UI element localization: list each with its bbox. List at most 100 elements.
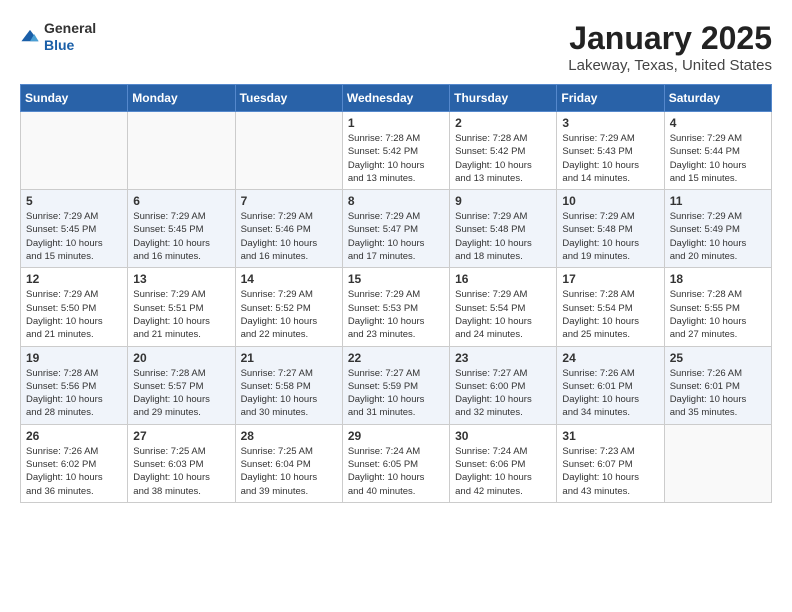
calendar-cell: 9 Sunrise: 7:29 AM Sunset: 5:48 PM Daylig… bbox=[450, 190, 557, 268]
day-number: 16 bbox=[455, 272, 551, 286]
weekday-header-friday: Friday bbox=[557, 85, 664, 112]
day-info: Sunrise: 7:29 AM Sunset: 5:50 PM Dayligh… bbox=[26, 288, 122, 341]
calendar-cell: 2 Sunrise: 7:28 AM Sunset: 5:42 PM Daylig… bbox=[450, 112, 557, 190]
day-info: Sunrise: 7:29 AM Sunset: 5:48 PM Dayligh… bbox=[455, 210, 551, 263]
day-info: Sunrise: 7:29 AM Sunset: 5:47 PM Dayligh… bbox=[348, 210, 444, 263]
day-info: Sunrise: 7:28 AM Sunset: 5:57 PM Dayligh… bbox=[133, 367, 229, 420]
calendar-cell bbox=[235, 112, 342, 190]
calendar-cell: 20 Sunrise: 7:28 AM Sunset: 5:57 PM Dayli… bbox=[128, 346, 235, 424]
day-number: 7 bbox=[241, 194, 337, 208]
calendar-table: SundayMondayTuesdayWednesdayThursdayFrid… bbox=[20, 84, 772, 503]
day-info: Sunrise: 7:24 AM Sunset: 6:05 PM Dayligh… bbox=[348, 445, 444, 498]
day-number: 14 bbox=[241, 272, 337, 286]
day-info: Sunrise: 7:26 AM Sunset: 6:01 PM Dayligh… bbox=[562, 367, 658, 420]
day-info: Sunrise: 7:29 AM Sunset: 5:51 PM Dayligh… bbox=[133, 288, 229, 341]
day-info: Sunrise: 7:26 AM Sunset: 6:01 PM Dayligh… bbox=[670, 367, 766, 420]
day-info: Sunrise: 7:29 AM Sunset: 5:45 PM Dayligh… bbox=[26, 210, 122, 263]
day-info: Sunrise: 7:29 AM Sunset: 5:45 PM Dayligh… bbox=[133, 210, 229, 263]
calendar-cell: 18 Sunrise: 7:28 AM Sunset: 5:55 PM Dayli… bbox=[664, 268, 771, 346]
day-number: 30 bbox=[455, 429, 551, 443]
day-number: 13 bbox=[133, 272, 229, 286]
day-info: Sunrise: 7:29 AM Sunset: 5:46 PM Dayligh… bbox=[241, 210, 337, 263]
day-info: Sunrise: 7:24 AM Sunset: 6:06 PM Dayligh… bbox=[455, 445, 551, 498]
day-number: 25 bbox=[670, 351, 766, 365]
day-info: Sunrise: 7:28 AM Sunset: 5:54 PM Dayligh… bbox=[562, 288, 658, 341]
weekday-header-wednesday: Wednesday bbox=[342, 85, 449, 112]
month-title: January 2025 bbox=[568, 20, 772, 57]
day-info: Sunrise: 7:29 AM Sunset: 5:52 PM Dayligh… bbox=[241, 288, 337, 341]
calendar-cell: 17 Sunrise: 7:28 AM Sunset: 5:54 PM Dayli… bbox=[557, 268, 664, 346]
calendar-cell: 19 Sunrise: 7:28 AM Sunset: 5:56 PM Dayli… bbox=[21, 346, 128, 424]
calendar-cell: 16 Sunrise: 7:29 AM Sunset: 5:54 PM Dayli… bbox=[450, 268, 557, 346]
logo-blue-text: Blue bbox=[44, 37, 96, 54]
day-info: Sunrise: 7:29 AM Sunset: 5:43 PM Dayligh… bbox=[562, 132, 658, 185]
day-number: 17 bbox=[562, 272, 658, 286]
day-info: Sunrise: 7:29 AM Sunset: 5:54 PM Dayligh… bbox=[455, 288, 551, 341]
calendar-cell: 5 Sunrise: 7:29 AM Sunset: 5:45 PM Daylig… bbox=[21, 190, 128, 268]
day-number: 21 bbox=[241, 351, 337, 365]
day-number: 24 bbox=[562, 351, 658, 365]
calendar-cell: 10Sunrise: 7:29 AM Sunset: 5:48 PM Dayli… bbox=[557, 190, 664, 268]
weekday-header-saturday: Saturday bbox=[664, 85, 771, 112]
day-number: 19 bbox=[26, 351, 122, 365]
day-number: 27 bbox=[133, 429, 229, 443]
calendar-cell: 14 Sunrise: 7:29 AM Sunset: 5:52 PM Dayli… bbox=[235, 268, 342, 346]
calendar-cell bbox=[664, 424, 771, 502]
day-number: 18 bbox=[670, 272, 766, 286]
calendar-week-row: 19 Sunrise: 7:28 AM Sunset: 5:56 PM Dayli… bbox=[21, 346, 772, 424]
day-number: 2 bbox=[455, 116, 551, 130]
location-text: Lakeway, Texas, United States bbox=[568, 57, 772, 74]
day-info: Sunrise: 7:28 AM Sunset: 5:42 PM Dayligh… bbox=[455, 132, 551, 185]
day-number: 1 bbox=[348, 116, 444, 130]
calendar-cell: 23Sunrise: 7:27 AM Sunset: 6:00 PM Dayli… bbox=[450, 346, 557, 424]
day-info: Sunrise: 7:27 AM Sunset: 5:58 PM Dayligh… bbox=[241, 367, 337, 420]
day-number: 31 bbox=[562, 429, 658, 443]
day-number: 3 bbox=[562, 116, 658, 130]
day-info: Sunrise: 7:28 AM Sunset: 5:42 PM Dayligh… bbox=[348, 132, 444, 185]
calendar-cell bbox=[128, 112, 235, 190]
day-number: 8 bbox=[348, 194, 444, 208]
day-number: 29 bbox=[348, 429, 444, 443]
calendar-cell: 8 Sunrise: 7:29 AM Sunset: 5:47 PM Daylig… bbox=[342, 190, 449, 268]
calendar-cell: 22Sunrise: 7:27 AM Sunset: 5:59 PM Dayli… bbox=[342, 346, 449, 424]
day-number: 9 bbox=[455, 194, 551, 208]
day-info: Sunrise: 7:29 AM Sunset: 5:53 PM Dayligh… bbox=[348, 288, 444, 341]
weekday-header-row: SundayMondayTuesdayWednesdayThursdayFrid… bbox=[21, 85, 772, 112]
calendar-cell: 31 Sunrise: 7:23 AM Sunset: 6:07 PM Dayli… bbox=[557, 424, 664, 502]
page-header: General Blue January 2025 Lakeway, Texas… bbox=[20, 20, 772, 74]
title-block: January 2025 Lakeway, Texas, United Stat… bbox=[568, 20, 772, 74]
day-number: 15 bbox=[348, 272, 444, 286]
day-info: Sunrise: 7:26 AM Sunset: 6:02 PM Dayligh… bbox=[26, 445, 122, 498]
day-info: Sunrise: 7:29 AM Sunset: 5:44 PM Dayligh… bbox=[670, 132, 766, 185]
calendar-week-row: 12Sunrise: 7:29 AM Sunset: 5:50 PM Dayli… bbox=[21, 268, 772, 346]
day-info: Sunrise: 7:29 AM Sunset: 5:49 PM Dayligh… bbox=[670, 210, 766, 263]
calendar-week-row: 26 Sunrise: 7:26 AM Sunset: 6:02 PM Dayli… bbox=[21, 424, 772, 502]
logo: General Blue bbox=[20, 20, 96, 54]
logo-text: General Blue bbox=[44, 20, 96, 54]
day-info: Sunrise: 7:23 AM Sunset: 6:07 PM Dayligh… bbox=[562, 445, 658, 498]
calendar-cell: 21 Sunrise: 7:27 AM Sunset: 5:58 PM Dayli… bbox=[235, 346, 342, 424]
day-number: 5 bbox=[26, 194, 122, 208]
weekday-header-monday: Monday bbox=[128, 85, 235, 112]
day-info: Sunrise: 7:29 AM Sunset: 5:48 PM Dayligh… bbox=[562, 210, 658, 263]
logo-icon bbox=[20, 27, 40, 47]
calendar-cell: 7 Sunrise: 7:29 AM Sunset: 5:46 PM Daylig… bbox=[235, 190, 342, 268]
day-number: 6 bbox=[133, 194, 229, 208]
calendar-cell: 4Sunrise: 7:29 AM Sunset: 5:44 PM Daylig… bbox=[664, 112, 771, 190]
calendar-cell: 13 Sunrise: 7:29 AM Sunset: 5:51 PM Dayli… bbox=[128, 268, 235, 346]
day-info: Sunrise: 7:27 AM Sunset: 5:59 PM Dayligh… bbox=[348, 367, 444, 420]
calendar-cell: 15 Sunrise: 7:29 AM Sunset: 5:53 PM Dayli… bbox=[342, 268, 449, 346]
day-number: 11 bbox=[670, 194, 766, 208]
calendar-cell: 1 Sunrise: 7:28 AM Sunset: 5:42 PM Daylig… bbox=[342, 112, 449, 190]
logo-general-text: General bbox=[44, 20, 96, 37]
calendar-cell: 29 Sunrise: 7:24 AM Sunset: 6:05 PM Dayli… bbox=[342, 424, 449, 502]
calendar-week-row: 1 Sunrise: 7:28 AM Sunset: 5:42 PM Daylig… bbox=[21, 112, 772, 190]
calendar-cell: 12Sunrise: 7:29 AM Sunset: 5:50 PM Dayli… bbox=[21, 268, 128, 346]
day-number: 26 bbox=[26, 429, 122, 443]
weekday-header-sunday: Sunday bbox=[21, 85, 128, 112]
calendar-cell: 3 Sunrise: 7:29 AM Sunset: 5:43 PM Daylig… bbox=[557, 112, 664, 190]
day-info: Sunrise: 7:25 AM Sunset: 6:03 PM Dayligh… bbox=[133, 445, 229, 498]
day-info: Sunrise: 7:28 AM Sunset: 5:55 PM Dayligh… bbox=[670, 288, 766, 341]
day-info: Sunrise: 7:28 AM Sunset: 5:56 PM Dayligh… bbox=[26, 367, 122, 420]
day-number: 20 bbox=[133, 351, 229, 365]
